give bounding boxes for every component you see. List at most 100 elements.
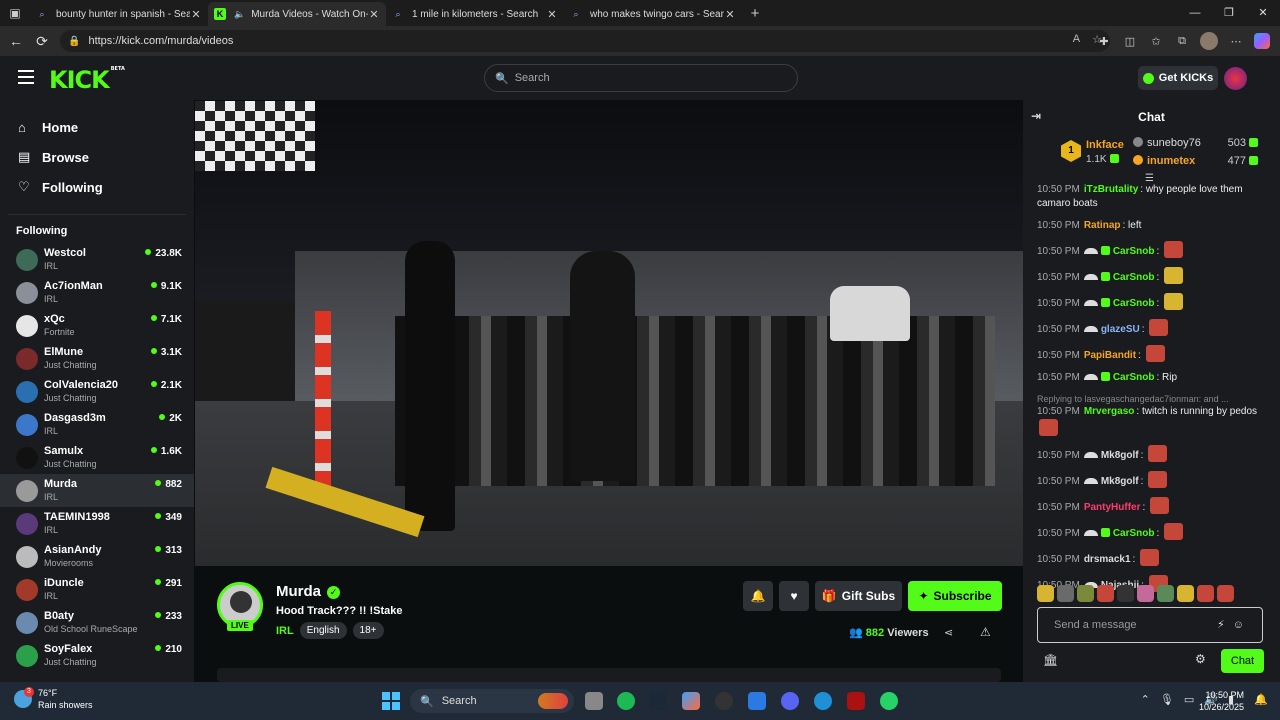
reply-context[interactable]: Replying to lasvegaschangedac7ionman: an…: [1037, 393, 1270, 405]
notifications-icon[interactable]: 🔔: [1254, 693, 1268, 706]
message-username[interactable]: CarSnob: [1113, 246, 1155, 257]
quick-emote-icon[interactable]: [1037, 585, 1054, 602]
browser-tab[interactable]: ⌕ 1 mile in kilometers - Search ✕: [386, 2, 564, 26]
chat-message[interactable]: 10:50 PM Ratinap: left: [1037, 219, 1270, 233]
tag-age[interactable]: 18+: [352, 622, 384, 639]
refresh-icon[interactable]: ⟳: [28, 33, 56, 50]
user-avatar[interactable]: [1224, 67, 1247, 90]
chat-message[interactable]: 10:50 PM Mk8golf:: [1037, 445, 1270, 463]
followed-channel[interactable]: xQc Fortnite 7.1K: [0, 309, 194, 342]
follow-button[interactable]: ♥: [779, 581, 809, 611]
message-username[interactable]: glazeSU: [1101, 324, 1140, 335]
chrome-icon[interactable]: [715, 692, 733, 710]
emote-icon[interactable]: [1164, 241, 1184, 258]
close-tab-icon[interactable]: ✕: [546, 8, 558, 21]
message-username[interactable]: CarSnob: [1113, 298, 1155, 309]
top-gifter-name[interactable]: Inkface: [1086, 139, 1124, 151]
windows-start-icon[interactable]: [382, 692, 400, 710]
audio-playing-icon[interactable]: 🔈: [234, 9, 245, 20]
quick-emote-icon[interactable]: [1077, 585, 1094, 602]
quick-emote-icon[interactable]: [1097, 585, 1114, 602]
followed-channel[interactable]: B0aty Old School RuneScape 233: [0, 606, 194, 639]
restore-icon[interactable]: ❐: [1212, 0, 1246, 26]
message-username[interactable]: Mk8golf: [1101, 450, 1139, 461]
followed-channel[interactable]: Dasgasd3m IRL 2K: [0, 408, 194, 441]
favorites-icon[interactable]: ✩: [1148, 35, 1164, 48]
followed-channel[interactable]: SoyFalex Just Chatting 210: [0, 639, 194, 672]
emote-icon[interactable]: [1164, 523, 1184, 540]
chat-send-button[interactable]: Chat: [1221, 649, 1264, 673]
spotify-icon[interactable]: [617, 692, 635, 710]
followed-channel[interactable]: AsianAndy Movierooms 313: [0, 540, 194, 573]
read-aloud-icon[interactable]: A: [1073, 33, 1080, 46]
streamer-name[interactable]: Murda: [276, 583, 321, 600]
quick-emote-icon[interactable]: [1137, 585, 1154, 602]
quick-emote-icon[interactable]: [1117, 585, 1134, 602]
followed-channel[interactable]: ColValencia20 Just Chatting 2.1K: [0, 375, 194, 408]
message-username[interactable]: CarSnob: [1113, 528, 1155, 539]
get-kicks-button[interactable]: Get KICKs: [1138, 66, 1218, 90]
taskbar-search[interactable]: 🔍 Search: [410, 689, 574, 713]
chat-message[interactable]: 10:50 PM PantyHuffer:: [1037, 497, 1270, 515]
mic-icon[interactable]: 🎙: [1160, 693, 1174, 706]
followed-channel[interactable]: TAEMIN1998 IRL 349: [0, 507, 194, 540]
tab-actions-icon[interactable]: ▣: [0, 0, 30, 26]
chat-message[interactable]: 10:50 PM Mk8golf:: [1037, 471, 1270, 489]
emote-icon[interactable]: [1164, 267, 1184, 284]
chat-settings-icon[interactable]: ⚙: [1195, 652, 1206, 666]
report-icon[interactable]: ⚠: [980, 625, 991, 639]
close-tab-icon[interactable]: ✕: [190, 8, 202, 21]
file-explorer-icon[interactable]: [585, 692, 603, 710]
copilot-icon[interactable]: [1254, 33, 1270, 49]
notifications-button[interactable]: 🔔: [743, 581, 773, 611]
close-window-icon[interactable]: ✕: [1246, 0, 1280, 26]
message-username[interactable]: Mk8golf: [1101, 476, 1139, 487]
emoji-icon[interactable]: ☺: [1233, 619, 1252, 631]
second-gifter[interactable]: suneboy76: [1133, 137, 1201, 149]
quick-emote-icon[interactable]: [1197, 585, 1214, 602]
followed-channel[interactable]: Westcol IRL 23.8K: [0, 243, 194, 276]
chat-message[interactable]: 10:50 PM CarSnob:: [1037, 267, 1270, 285]
chat-message[interactable]: 10:50 PM CarSnob:: [1037, 523, 1270, 541]
chat-message[interactable]: 10:50 PM iTzBrutality: why people love th…: [1037, 183, 1270, 211]
chat-gift-icon[interactable]: 🏛: [1043, 653, 1058, 667]
back-icon[interactable]: ←: [2, 33, 30, 49]
quick-emote-icon[interactable]: [1177, 585, 1194, 602]
message-username[interactable]: drsmack1: [1084, 554, 1131, 565]
kick-logo[interactable]: KICK BETA: [49, 66, 125, 94]
message-username[interactable]: CarSnob: [1113, 372, 1155, 383]
chat-message[interactable]: 10:50 PM Mrvergaso: twitch is running by …: [1037, 405, 1270, 437]
close-tab-icon[interactable]: ✕: [724, 8, 736, 21]
translate-icon[interactable]: ⚡: [1217, 619, 1233, 631]
emote-icon[interactable]: [1164, 293, 1184, 310]
collections-icon[interactable]: ⧉: [1174, 35, 1190, 48]
extensions-icon[interactable]: ✚: [1096, 35, 1112, 48]
split-screen-icon[interactable]: ◫: [1122, 35, 1138, 48]
quick-emote-icon[interactable]: [1217, 585, 1234, 602]
chat-message[interactable]: 10:50 PM CarSnob:: [1037, 241, 1270, 259]
sidebar-nav-browse[interactable]: ▤ Browse: [18, 142, 194, 172]
quick-emote-icon[interactable]: [1157, 585, 1174, 602]
message-username[interactable]: PapiBandit: [1084, 350, 1136, 361]
stream-category[interactable]: IRL: [276, 625, 294, 637]
network-icon[interactable]: ▭: [1184, 693, 1194, 706]
followed-channel[interactable]: Samulx Just Chatting 1.6K: [0, 441, 194, 474]
message-username[interactable]: iTzBrutality: [1084, 184, 1138, 195]
whatsapp-icon[interactable]: [880, 692, 898, 710]
chat-message[interactable]: 10:50 PM glazeSU:: [1037, 319, 1270, 337]
expand-gifters-icon[interactable]: ☰: [1145, 173, 1154, 184]
message-username[interactable]: Mrvergaso: [1084, 406, 1135, 417]
chat-message[interactable]: 10:50 PM CarSnob:: [1037, 293, 1270, 311]
url-field[interactable]: 🔒 https://kick.com/murda/videos A ☆: [60, 30, 1110, 52]
tag-language[interactable]: English: [299, 622, 347, 639]
chat-input[interactable]: Send a message ⚡☺: [1037, 607, 1263, 643]
followed-channel[interactable]: ElMune Just Chatting 3.1K: [0, 342, 194, 375]
emote-icon[interactable]: [1150, 497, 1170, 514]
sidebar-nav-following[interactable]: ♡ Following: [18, 172, 194, 202]
app-icon[interactable]: [847, 692, 865, 710]
quick-emote-icon[interactable]: [1057, 585, 1074, 602]
menu-icon[interactable]: [18, 70, 34, 84]
close-tab-icon[interactable]: ✕: [368, 8, 380, 21]
chat-message[interactable]: 10:50 PM CarSnob: Rip: [1037, 371, 1270, 385]
copilot-app-icon[interactable]: [682, 692, 700, 710]
